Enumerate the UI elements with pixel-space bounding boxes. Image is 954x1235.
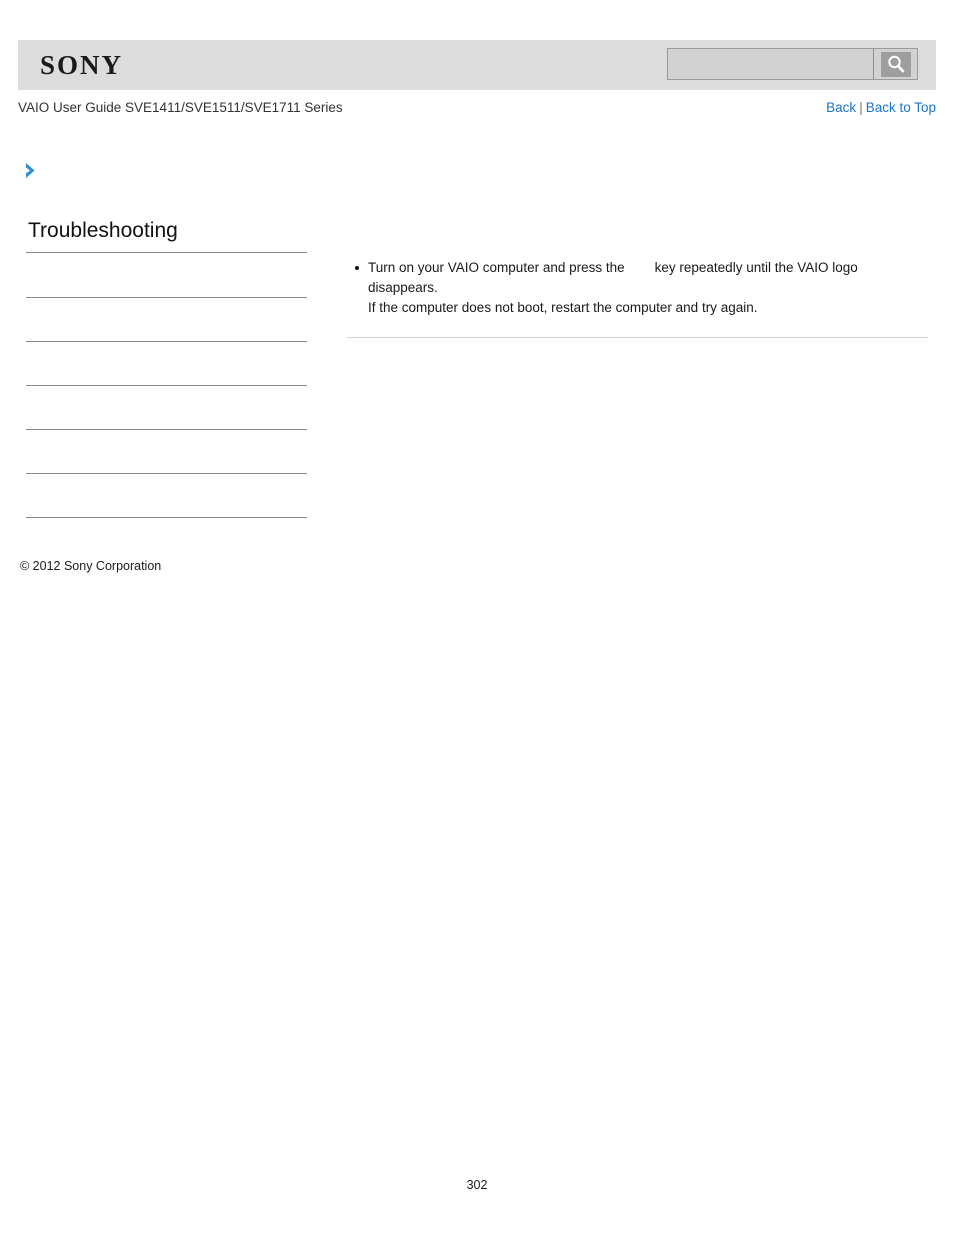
search-input[interactable]	[668, 49, 873, 79]
back-to-top-link[interactable]: Back to Top	[866, 100, 936, 115]
instruction-line-3: If the computer does not boot, restart t…	[368, 300, 758, 315]
page-title: Troubleshooting	[26, 218, 307, 253]
sidebar-item-2[interactable]	[26, 298, 307, 342]
search-button[interactable]	[873, 49, 917, 79]
sony-logo: SONY	[40, 50, 124, 80]
list-item: Turn on your VAIO computer and press the…	[347, 258, 928, 318]
search-icon	[880, 51, 911, 77]
main-content: Turn on your VAIO computer and press the…	[347, 258, 928, 318]
sidebar-item-3[interactable]	[26, 342, 307, 386]
link-separator: |	[859, 100, 863, 115]
header-band: SONY	[18, 40, 936, 90]
chevron-right-icon	[24, 163, 39, 183]
page-number: 302	[466, 1178, 488, 1192]
copyright-notice: © 2012 Sony Corporation	[20, 559, 162, 573]
sidebar-item-5[interactable]	[26, 430, 307, 474]
subheader-row: VAIO User Guide SVE1411/SVE1511/SVE1711 …	[18, 100, 936, 120]
instruction-text-after-key: key repeatedly until the VAIO logo	[654, 260, 858, 275]
instruction-list: Turn on your VAIO computer and press the…	[347, 258, 928, 318]
content-divider	[347, 337, 928, 338]
instruction-line-2: disappears.	[368, 280, 438, 295]
guide-title: VAIO User Guide SVE1411/SVE1511/SVE1711 …	[18, 100, 343, 115]
header-links: Back | Back to Top	[826, 100, 936, 115]
breadcrumb	[24, 162, 324, 186]
sidebar-item-4[interactable]	[26, 386, 307, 430]
back-link[interactable]: Back	[826, 100, 856, 115]
instruction-text-before-key: Turn on your VAIO computer and press the	[368, 260, 625, 275]
sidebar: Troubleshooting	[26, 218, 307, 518]
sidebar-item-1[interactable]	[26, 253, 307, 298]
sidebar-item-6[interactable]	[26, 474, 307, 518]
search-bar	[667, 48, 918, 80]
